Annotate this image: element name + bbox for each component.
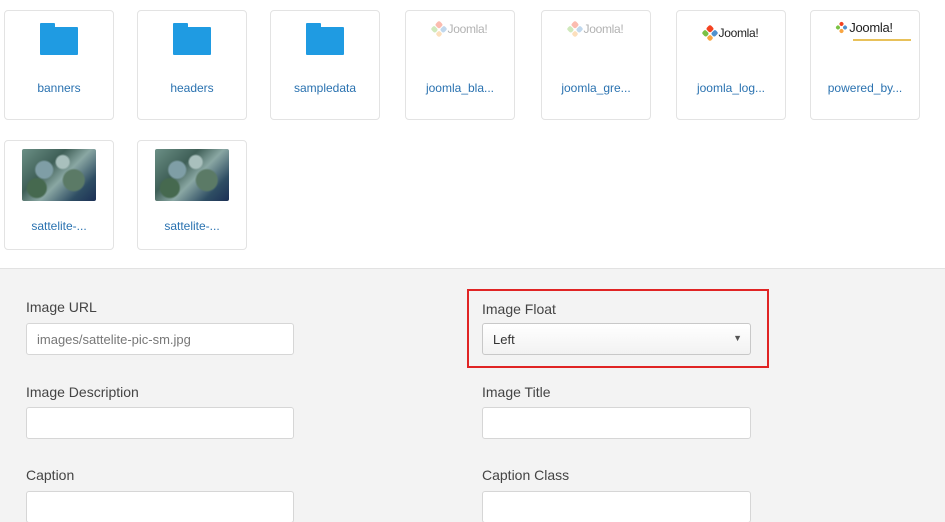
image-description-label: Image Description [26, 384, 139, 400]
logo-text: Joomla! [718, 26, 759, 40]
joomla-logo-image: Joomla! [566, 20, 624, 38]
media-tile-label: powered_by... [827, 81, 903, 95]
folder-icon [40, 23, 78, 55]
image-title-label: Image Title [482, 384, 551, 400]
caption-class-input[interactable] [482, 491, 751, 522]
joomla-icon [430, 20, 448, 38]
joomla-icon [835, 20, 849, 34]
media-tile-sampledata[interactable]: sampledata [270, 10, 380, 120]
media-tile-joomla-black[interactable]: Joomla! joomla_bla... [405, 10, 515, 120]
sattelite-thumbnail [22, 149, 96, 201]
joomla-logo-image: Joomla! [701, 24, 759, 42]
folder-icon [173, 23, 211, 55]
image-url-label: Image URL [26, 299, 97, 315]
image-title-input[interactable] [482, 407, 751, 439]
joomla-icon [566, 20, 584, 38]
image-url-input[interactable]: images/sattelite-pic-sm.jpg [26, 323, 294, 355]
caption-label: Caption [26, 467, 75, 483]
media-tile-label: sattelite-... [31, 219, 87, 233]
caption-class-label: Caption Class [482, 467, 570, 483]
media-tile-powered-by[interactable]: Joomla! powered_by... [810, 10, 920, 120]
logo-text: Joomla! [583, 22, 624, 36]
folder-icon [306, 23, 344, 55]
media-tile-label: banners [37, 81, 81, 95]
logo-underline [853, 39, 911, 41]
media-tile-sattelite-1[interactable]: sattelite-... [4, 140, 114, 250]
sattelite-thumbnail [155, 149, 229, 201]
media-tile-label: sattelite-... [164, 219, 220, 233]
media-tile-sattelite-2[interactable]: sattelite-... [137, 140, 247, 250]
media-tile-joomla-green[interactable]: Joomla! joomla_gre... [541, 10, 651, 120]
media-tile-label: headers [170, 81, 214, 95]
media-tile-label: joomla_log... [696, 81, 766, 95]
media-tile-joomla-logo[interactable]: Joomla! joomla_log... [676, 10, 786, 120]
joomla-logo-image: Joomla! [430, 20, 488, 38]
joomla-logo-image: Joomla! [835, 19, 893, 35]
media-tile-label: joomla_bla... [425, 81, 495, 95]
logo-text: Joomla! [849, 19, 893, 35]
joomla-icon [701, 24, 719, 42]
logo-text: Joomla! [447, 22, 488, 36]
caption-input[interactable] [26, 491, 294, 522]
media-tile-banners[interactable]: banners [4, 10, 114, 120]
media-tile-headers[interactable]: headers [137, 10, 247, 120]
image-description-input[interactable] [26, 407, 294, 439]
media-tile-label: joomla_gre... [561, 81, 631, 95]
highlight-box [467, 289, 769, 368]
media-tile-label: sampledata [293, 81, 357, 95]
